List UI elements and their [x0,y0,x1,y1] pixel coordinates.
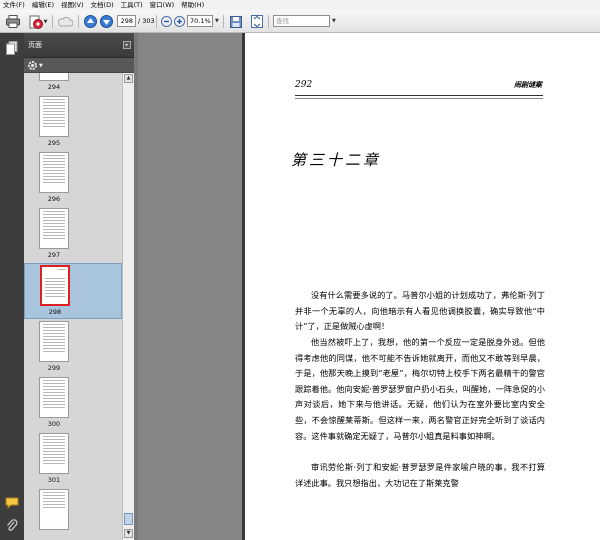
page-thumbnail-number: 300 [47,420,61,428]
page-thumbnail-image [39,377,69,418]
navigation-rail [0,33,24,540]
menu-file[interactable]: 文件(F) [3,0,25,10]
zoom-in-icon [173,16,185,27]
cloud-icon [57,16,73,26]
page-thumbnail[interactable]: 294 [24,73,122,95]
chevron-down-icon: ▼ [39,62,43,69]
comment-icon [5,497,18,509]
zoom-out-button[interactable] [160,14,172,29]
header-page-number: 292 [295,80,313,90]
menu-help[interactable]: 帮助(H) [181,0,204,10]
page-thumbnail-image [39,96,69,137]
paperclip-icon [6,518,17,531]
panel-options-menu-button[interactable]: ▸ [123,41,131,49]
page-thumbnail-number: 298 [48,308,62,316]
page-thumbnail[interactable]: 297 [24,207,122,263]
panel-header: 页面 ▸ [24,33,134,58]
disk-icon [230,15,242,28]
body-paragraph: 审讯劳伦斯·列丁和安妮·普罗瑟罗是件家喻户晓的事，我不打算详述此事。我只想指出，… [295,462,545,488]
menu-edit[interactable]: 编辑(E) [32,0,54,10]
document-page: 292 闹剧谜案 第三十二章 没有什么需要多说的了。马普尔小姐的计划成功了，弗伦… [245,33,600,540]
search-input[interactable]: 查找 [273,15,330,27]
body-paragraph: 他当然被吓上了，我想，他的第一个反应一定是脱身外逃。但他得考虑他的同谋，他不可能… [295,337,545,441]
arrow-up-icon [83,15,97,28]
page-thumbnail[interactable] [24,488,122,540]
thumbnail-scrollbar[interactable]: ▲ ▼ [122,73,134,540]
print-button[interactable] [5,14,21,29]
running-header: 292 闹剧谜案 [295,80,542,92]
panel-title: 页面 [28,41,42,49]
document-gutter [138,33,242,540]
header-book-title: 闹剧谜案 [514,80,542,89]
fit-page-icon [251,15,263,28]
chapter-title: 第三十二章 [291,151,382,169]
page-thumbnail-image [39,489,69,530]
pages-panel-button[interactable] [4,40,19,55]
chevron-down-icon: ▼ [43,18,48,25]
zoom-dropdown-icon[interactable]: ▼ [215,18,219,24]
page-thumbnail-image [39,73,69,81]
toolbar: ▼ 298 / 303 70.1% ▼ 查找 ▼ [0,10,600,33]
page-thumbnail-number: 295 [47,139,61,147]
toolbar-divider [52,15,53,28]
toolbar-divider [78,15,79,28]
next-page-button[interactable] [99,14,113,29]
create-pdf-icon [29,15,43,29]
save-button[interactable] [229,14,243,29]
page-thumbnail[interactable]: 295 [24,95,122,151]
page-thumbnail[interactable]: 296 [24,151,122,207]
page-thumbnail-image [39,321,69,362]
attachments-panel-button[interactable] [4,518,19,533]
toolbar-divider [156,15,157,28]
page-thumbnail-image [39,152,69,193]
zoom-out-icon [160,16,172,27]
menu-window[interactable]: 窗口(W) [150,0,175,10]
thumbnail-options-button[interactable]: ▼ [27,60,43,71]
page-thumbnail-number: 301 [47,476,61,484]
arrow-down-icon [99,15,113,28]
scroll-down-arrow-icon[interactable]: ▼ [124,529,133,538]
page-thumbnail-image [39,433,69,474]
page-thumbnail-number: 294 [47,83,61,91]
menu-document[interactable]: 文档(D) [91,0,114,10]
header-rule-thin [295,98,543,99]
page-thumbnail-selected[interactable]: 298 [24,263,122,319]
pages-icon [5,40,17,55]
header-rule [295,95,543,96]
gear-icon [28,61,37,70]
scrollbar-thumb[interactable] [124,513,133,525]
body-paragraph: 没有什么需要多说的了。马普尔小姐的计划成功了，弗伦斯·列丁并非一个无辜的人，向他… [295,290,545,332]
thumbnail-list: 294 295 296 297 298 299 300 301 [24,73,122,540]
page-thumbnail-image [39,208,69,249]
search-dropdown-icon[interactable]: ▼ [332,18,336,24]
page-thumbnail-number: 299 [47,364,61,372]
toolbar-divider [268,15,269,28]
menu-tools[interactable]: 工具(T) [121,0,143,10]
zoom-level-field[interactable]: 70.1% [187,15,213,27]
email-button[interactable] [56,14,74,29]
page-number-input[interactable]: 298 [117,15,136,27]
page-thumbnail-image [40,265,70,306]
printer-icon [6,15,20,28]
total-pages-label: / 303 [138,17,155,25]
zoom-in-button[interactable] [173,14,185,29]
page-thumbnail-number: 297 [47,251,61,259]
menu-bar: 文件(F) 编辑(E) 视图(V) 文档(D) 工具(T) 窗口(W) 帮助(H… [0,0,600,10]
create-pdf-button[interactable]: ▼ [27,14,49,29]
fit-page-button[interactable] [250,14,264,29]
pages-panel: 页面 ▸ ▼ 294 295 296 297 298 299 300 301 ▲… [24,33,134,540]
page-thumbnail[interactable]: 300 [24,376,122,432]
scroll-up-arrow-icon[interactable]: ▲ [124,74,133,83]
toolbar-divider [223,15,224,28]
page-thumbnail[interactable]: 301 [24,432,122,488]
page-thumbnail-number: 296 [47,195,61,203]
comments-panel-button[interactable] [4,495,19,510]
previous-page-button[interactable] [83,14,97,29]
menu-view[interactable]: 视图(V) [61,0,84,10]
page-thumbnail[interactable]: 299 [24,320,122,376]
panel-options-bar: ▼ [24,58,134,73]
